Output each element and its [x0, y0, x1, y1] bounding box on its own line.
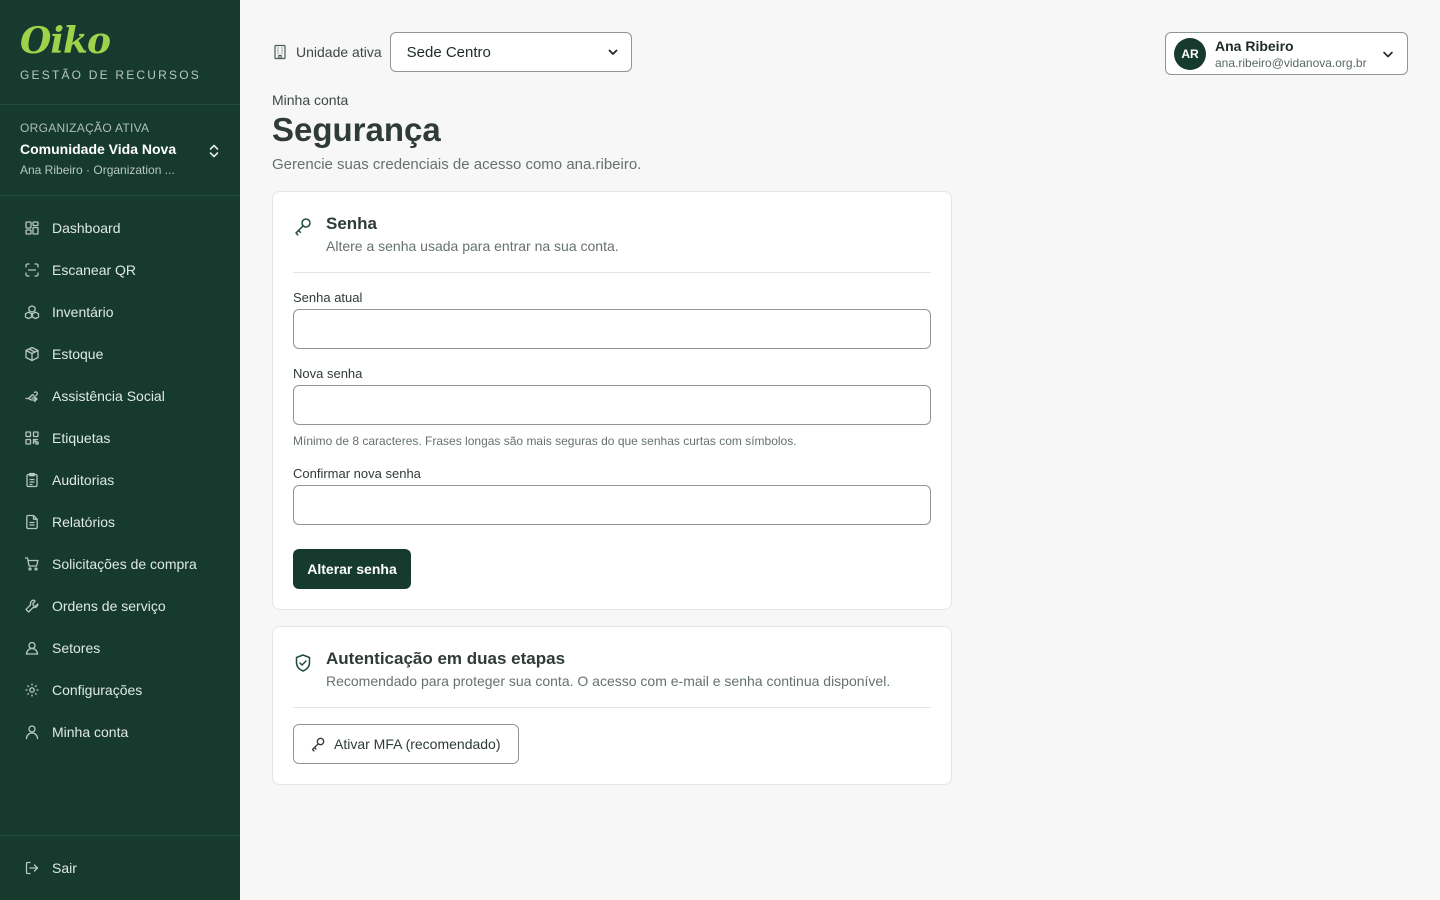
hand-heart-icon	[25, 391, 38, 403]
brand-tagline: GESTÃO DE RECURSOS	[20, 68, 201, 82]
boxes-icon	[24, 305, 40, 320]
breadcrumb: Minha conta	[272, 92, 349, 108]
chevron-down-icon	[608, 49, 618, 55]
confirm-password-label: Confirmar nova senha	[293, 466, 421, 481]
logout-label: Sair	[52, 860, 77, 876]
user-icon	[25, 725, 39, 740]
chevrons-up-down-icon[interactable]	[206, 143, 222, 159]
password-hint: Mínimo de 8 caracteres. Frases longas sã…	[293, 434, 797, 448]
sidebar-item-label: Relatórios	[52, 514, 116, 530]
sidebar-item-label: Minha conta	[52, 724, 129, 740]
chevron-down-icon	[1383, 51, 1393, 58]
sidebar-item-etiquetas[interactable]: Etiquetas	[0, 417, 240, 459]
sidebar-item-inventario[interactable]: Inventário	[0, 291, 240, 333]
file-text-icon	[26, 514, 38, 530]
mfa-card-title: Autenticação em duas etapas	[326, 649, 566, 668]
mfa-card-description: Recomendado para proteger sua conta. O a…	[326, 673, 891, 689]
sidebar-item-minha-conta[interactable]: Minha conta	[0, 711, 240, 753]
logout-icon	[25, 861, 39, 875]
sidebar-divider	[0, 195, 240, 196]
user-info: Ana Ribeiro ana.ribeiro@vidanova.org.br	[1215, 38, 1367, 70]
sidebar-item-dashboard[interactable]: Dashboard	[0, 207, 240, 249]
enable-mfa-button[interactable]: Ativar MFA (recomendado)	[293, 724, 519, 764]
sidebar-item-scan-qr[interactable]: Escanear QR	[0, 249, 240, 291]
sidebar-divider	[0, 835, 240, 836]
sidebar-item-label: Inventário	[52, 304, 114, 320]
new-password-label: Nova senha	[293, 366, 363, 381]
clipboard-icon	[26, 472, 38, 488]
cart-icon	[24, 557, 39, 571]
sidebar-item-label: Escanear QR	[52, 262, 137, 278]
current-password-label: Senha atual	[293, 290, 363, 305]
enable-mfa-label: Ativar MFA (recomendado)	[334, 736, 501, 752]
current-password-input[interactable]	[293, 309, 931, 349]
logo[interactable]: Oiko	[20, 22, 201, 60]
unit-selector: Unidade ativa Sede Centro	[272, 32, 632, 72]
sidebar-item-label: Assistência Social	[52, 388, 165, 404]
sidebar: Oiko GESTÃO DE RECURSOS ORGANIZAÇÃO ATIV…	[0, 0, 240, 900]
gear-icon	[25, 683, 39, 697]
sidebar-item-relatorios[interactable]: Relatórios	[0, 501, 240, 543]
sidebar-divider	[0, 104, 240, 105]
card-divider	[293, 707, 931, 708]
org-label: ORGANIZAÇÃO ATIVA	[20, 121, 150, 135]
sidebar-item-estoque[interactable]: Estoque	[0, 333, 240, 375]
qr-code-icon	[25, 431, 39, 445]
sidebar-item-setores[interactable]: Setores	[0, 627, 240, 669]
new-password-input[interactable]	[293, 385, 931, 425]
sidebar-item-label: Estoque	[52, 346, 104, 362]
password-card-title: Senha	[326, 214, 378, 233]
change-password-button[interactable]: Alterar senha	[293, 549, 411, 589]
brand: Oiko GESTÃO DE RECURSOS	[20, 22, 201, 82]
user-menu[interactable]: AR Ana Ribeiro ana.ribeiro@vidanova.org.…	[1165, 32, 1408, 75]
sidebar-item-configuracoes[interactable]: Configurações	[0, 669, 240, 711]
org-switcher[interactable]: ORGANIZAÇÃO ATIVA Comunidade Vida Nova A…	[20, 121, 222, 177]
wrench-icon	[25, 599, 39, 613]
unit-select-value: Sede Centro	[406, 43, 491, 61]
sidebar-item-label: Solicitações de compra	[52, 556, 197, 572]
shield-check-icon	[295, 654, 311, 672]
sidebar-item-solicitacoes-compra[interactable]: Solicitações de compra	[0, 543, 240, 585]
page-subtitle: Gerencie suas credenciais de acesso como…	[272, 156, 642, 173]
sidebar-item-ordens-servico[interactable]: Ordens de serviço	[0, 585, 240, 627]
user-name: Ana Ribeiro	[1215, 37, 1294, 54]
users-icon	[25, 641, 39, 655]
package-icon	[25, 346, 39, 362]
sidebar-item-label: Setores	[52, 640, 101, 656]
logout-button[interactable]: Sair	[0, 847, 240, 889]
org-subtitle: Ana Ribeiro · Organization ...	[20, 163, 175, 177]
page-title: Segurança	[272, 111, 441, 148]
key-icon	[311, 737, 325, 752]
password-card: Senha Altere a senha usada para entrar n…	[272, 191, 952, 610]
user-email: ana.ribeiro@vidanova.org.br	[1215, 55, 1367, 70]
scan-icon	[25, 263, 39, 277]
building-icon	[274, 44, 286, 60]
password-card-description: Altere a senha usada para entrar na sua …	[326, 238, 619, 254]
card-divider	[293, 272, 931, 273]
confirm-password-input[interactable]	[293, 485, 931, 525]
sidebar-item-label: Etiquetas	[52, 430, 111, 446]
sidebar-item-assistencia-social[interactable]: Assistência Social	[0, 375, 240, 417]
unit-label: Unidade ativa	[296, 44, 382, 60]
sidebar-item-auditorias[interactable]: Auditorias	[0, 459, 240, 501]
key-icon	[295, 218, 311, 236]
sidebar-item-label: Auditorias	[52, 472, 115, 488]
sidebar-item-label: Configurações	[52, 682, 143, 698]
avatar: AR	[1174, 37, 1206, 70]
sidebar-item-label: Dashboard	[52, 220, 121, 236]
unit-select[interactable]: Sede Centro	[389, 32, 632, 72]
sidebar-item-label: Ordens de serviço	[52, 598, 166, 614]
sidebar-nav: Dashboard Escanear QR Inventário Estoque…	[0, 207, 240, 753]
org-name: Comunidade Vida Nova	[20, 141, 177, 157]
dashboard-icon	[25, 221, 39, 235]
mfa-card: Autenticação em duas etapas Recomendado …	[272, 626, 952, 785]
